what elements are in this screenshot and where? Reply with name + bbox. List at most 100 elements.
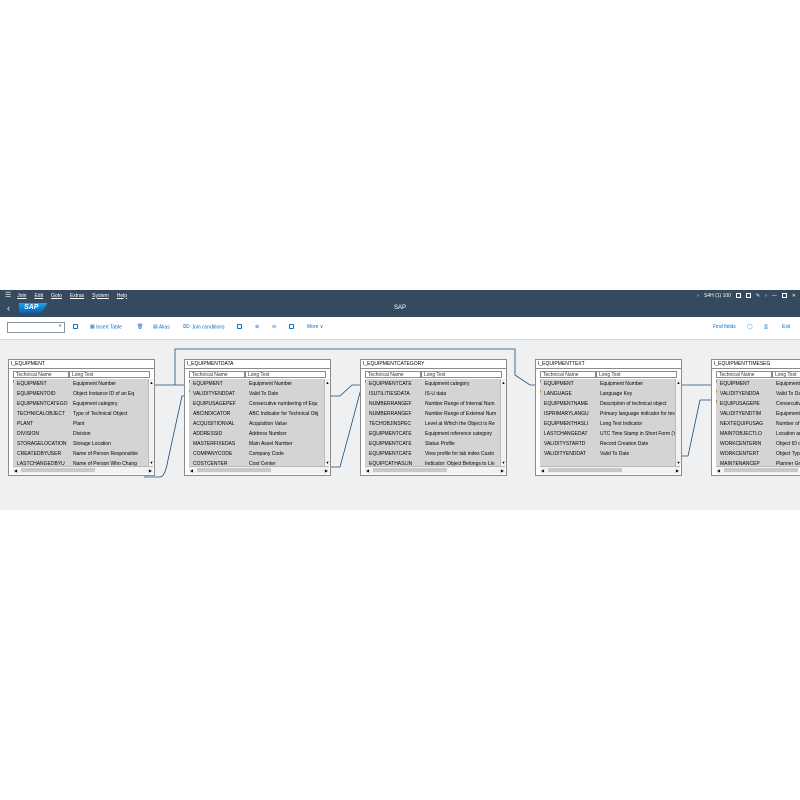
table-row[interactable]: TECHNICALOBJECT Type of Technical Object <box>13 409 148 419</box>
close-icon[interactable]: ✕ <box>792 293 796 299</box>
vertical-scrollbar[interactable]: ▲ ▼ <box>148 379 154 466</box>
column-long-text[interactable]: Long Text <box>420 371 502 378</box>
scroll-thumb[interactable] <box>197 468 271 472</box>
table-row[interactable]: VALIDITYENDDAT Valid To Date <box>540 449 675 459</box>
delete-icon[interactable]: 🗑 <box>137 324 143 330</box>
table-row[interactable]: VALIDITYSTARTD Record Creation Date <box>540 439 675 449</box>
table-row[interactable]: MASTERFIXEDAS Main Asset Number <box>189 439 324 449</box>
table-row[interactable]: EQUIPCATHASLIN Indicator: Object Belongs… <box>365 459 500 466</box>
table-row[interactable]: WORKCENTERIN Object ID o <box>716 439 800 449</box>
zoom-in-icon[interactable]: ⊕ <box>255 324 259 330</box>
clipboard-icon[interactable] <box>73 324 80 330</box>
menu-join[interactable]: Join <box>17 293 26 299</box>
table-row[interactable]: COSTCENTER Cost Center <box>189 459 324 466</box>
scroll-left-icon[interactable]: ◀ <box>366 467 369 474</box>
table-name[interactable]: I_EQUIPMENTDATA <box>185 360 330 369</box>
minimize-icon[interactable]: — <box>772 293 777 299</box>
scroll-down-icon[interactable]: ▼ <box>676 460 681 465</box>
table-row[interactable]: EQUIPMENTCATEGO Equipment category <box>13 399 148 409</box>
column-technical-name[interactable]: Technical Name <box>13 371 69 378</box>
scroll-left-icon[interactable]: ◀ <box>541 467 544 474</box>
table-row[interactable]: NUMBERRANGEF Number Range of Internal Nu… <box>365 399 500 409</box>
column-long-text[interactable]: Long Text <box>244 371 326 378</box>
table-row[interactable]: ISPRIMARYLANGU Primary language indicato… <box>540 409 675 419</box>
table-row[interactable]: LASTCHANGEDBYU Name of Person Who Chang <box>13 459 148 466</box>
scroll-left-icon[interactable]: ◀ <box>190 467 193 474</box>
table-box[interactable]: I_EQUIPMENTTEXT Technical Name Long Text… <box>535 359 682 476</box>
fit-to-screen-icon[interactable] <box>237 324 244 330</box>
column-long-text[interactable]: Long Text <box>771 371 800 378</box>
table-row[interactable]: DIVISION Division <box>13 429 148 439</box>
layout-icon[interactable] <box>735 293 741 298</box>
scroll-up-icon[interactable]: ▲ <box>325 380 330 385</box>
table-box[interactable]: I_EQUIPMENTCATEGORY Technical Name Long … <box>360 359 507 476</box>
new-session-icon[interactable] <box>745 293 751 298</box>
scroll-up-icon[interactable]: ▲ <box>149 380 154 385</box>
alias-button[interactable]: ▤ Alias <box>153 324 170 330</box>
menu-system[interactable]: System <box>92 293 109 299</box>
exit-button[interactable]: Exit <box>782 324 790 330</box>
table-box[interactable]: I_EQUIPMENT Technical Name Long Text ⚲EQ… <box>8 359 155 476</box>
help-icon[interactable]: › <box>765 293 767 299</box>
table-row[interactable]: ⚲EQUIPMENTCATE Equipment category <box>365 379 500 389</box>
scroll-left-icon[interactable]: ◀ <box>717 467 720 474</box>
table-row[interactable]: ⚲VALIDITYENDDA Valid To Da <box>716 389 800 399</box>
table-row[interactable]: ⚲EQUIPMENT Equipment Number <box>189 379 324 389</box>
horizontal-scrollbar[interactable]: ◀ ▶ <box>540 466 680 474</box>
scroll-up-icon[interactable]: ▲ <box>501 380 506 385</box>
scroll-thumb[interactable] <box>724 468 798 472</box>
table-row[interactable]: MAINTOBJECTLO Location an <box>716 429 800 439</box>
table-row[interactable]: STORAGELOCATION Storage Location <box>13 439 148 449</box>
table-row[interactable]: PLANT Plant <box>13 419 148 429</box>
column-long-text[interactable]: Long Text <box>68 371 150 378</box>
table-row[interactable]: TECHOBJINSPEC Level at Which the Object … <box>365 419 500 429</box>
more-button[interactable]: More ∨ <box>307 324 323 330</box>
table-row[interactable]: EQUIPMENTCATE View profile for tab index… <box>365 449 500 459</box>
scroll-left-icon[interactable]: ◀ <box>14 467 17 474</box>
view-dropdown[interactable]: ∨ <box>7 322 65 333</box>
table-row[interactable]: ⚲EQUIPMENT Equipment Number <box>540 379 675 389</box>
menu-help[interactable]: Help <box>117 293 127 299</box>
table-name[interactable]: I_EQUIPMENTTEXT <box>536 360 681 369</box>
table-row[interactable]: EQUIPMENTNAME Description of technical o… <box>540 399 675 409</box>
maximize-icon[interactable] <box>781 293 787 298</box>
horizontal-scrollbar[interactable]: ◀ ▶ <box>189 466 329 474</box>
join-conditions-button[interactable]: ⌦ Join conditions <box>183 324 225 330</box>
table-row[interactable]: NEXTEQUIPUSAG Number of <box>716 419 800 429</box>
customize-icon[interactable]: ✎ <box>756 293 760 299</box>
horizontal-scrollbar[interactable]: ◀ ▶ <box>716 466 800 474</box>
column-technical-name[interactable]: Technical Name <box>365 371 421 378</box>
scroll-right-icon[interactable]: ▶ <box>149 467 152 474</box>
table-row[interactable]: VALIDITYENDTIM Equipment <box>716 409 800 419</box>
horizontal-scrollbar[interactable]: ◀ ▶ <box>365 466 505 474</box>
table-name[interactable]: I_EQUIPMENT <box>9 360 154 369</box>
table-row[interactable]: ADDRESSID Address Number <box>189 429 324 439</box>
scroll-right-icon[interactable]: ▶ <box>676 467 679 474</box>
vertical-scrollbar[interactable]: ▲ ▼ <box>675 379 681 466</box>
find-icon[interactable]: ◯ <box>747 324 753 330</box>
table-row[interactable]: ⚲EQUIPUSAGEPE Consecutiv <box>716 399 800 409</box>
scroll-thumb[interactable] <box>21 468 95 472</box>
scroll-thumb[interactable] <box>373 468 447 472</box>
scroll-thumb[interactable] <box>548 468 622 472</box>
print-icon[interactable]: ⎙ <box>764 324 768 330</box>
table-row[interactable]: WORKCENTERT Object Type <box>716 449 800 459</box>
menu-edit[interactable]: Edit <box>34 293 43 299</box>
table-row[interactable]: LASTCHANGEDAT UTC Time Stamp in Short Fo… <box>540 429 675 439</box>
table-name[interactable]: I_EQUIPMENTCATEGORY <box>361 360 506 369</box>
table-row[interactable]: ABCINDICATOR ABC Indicator for Technical… <box>189 409 324 419</box>
column-technical-name[interactable]: Technical Name <box>540 371 596 378</box>
table-row[interactable]: CREATEDBYUSER Name of Person Responsible <box>13 449 148 459</box>
table-box[interactable]: I_EQUIPMENTDATA Technical Name Long Text… <box>184 359 331 476</box>
overview-icon[interactable] <box>289 324 296 330</box>
scroll-down-icon[interactable]: ▼ <box>149 460 154 465</box>
menu-extras[interactable]: Extras <box>70 293 84 299</box>
vertical-scrollbar[interactable]: ▲ ▼ <box>500 379 506 466</box>
table-row[interactable]: EQUIPMENTOID Object Instance ID of an Eq <box>13 389 148 399</box>
table-name[interactable]: I_EQUIPMENTTIMESEG <box>712 360 800 369</box>
scroll-up-icon[interactable]: ▲ <box>676 380 681 385</box>
table-row[interactable]: MAINTENANCEP Planner Gro <box>716 459 800 466</box>
table-row[interactable]: ⚲EQUIPMENT Equipment Number <box>13 379 148 389</box>
table-row[interactable]: ⚲VALIDITYENDDAT Valid To Date <box>189 389 324 399</box>
column-technical-name[interactable]: Technical Name <box>189 371 245 378</box>
